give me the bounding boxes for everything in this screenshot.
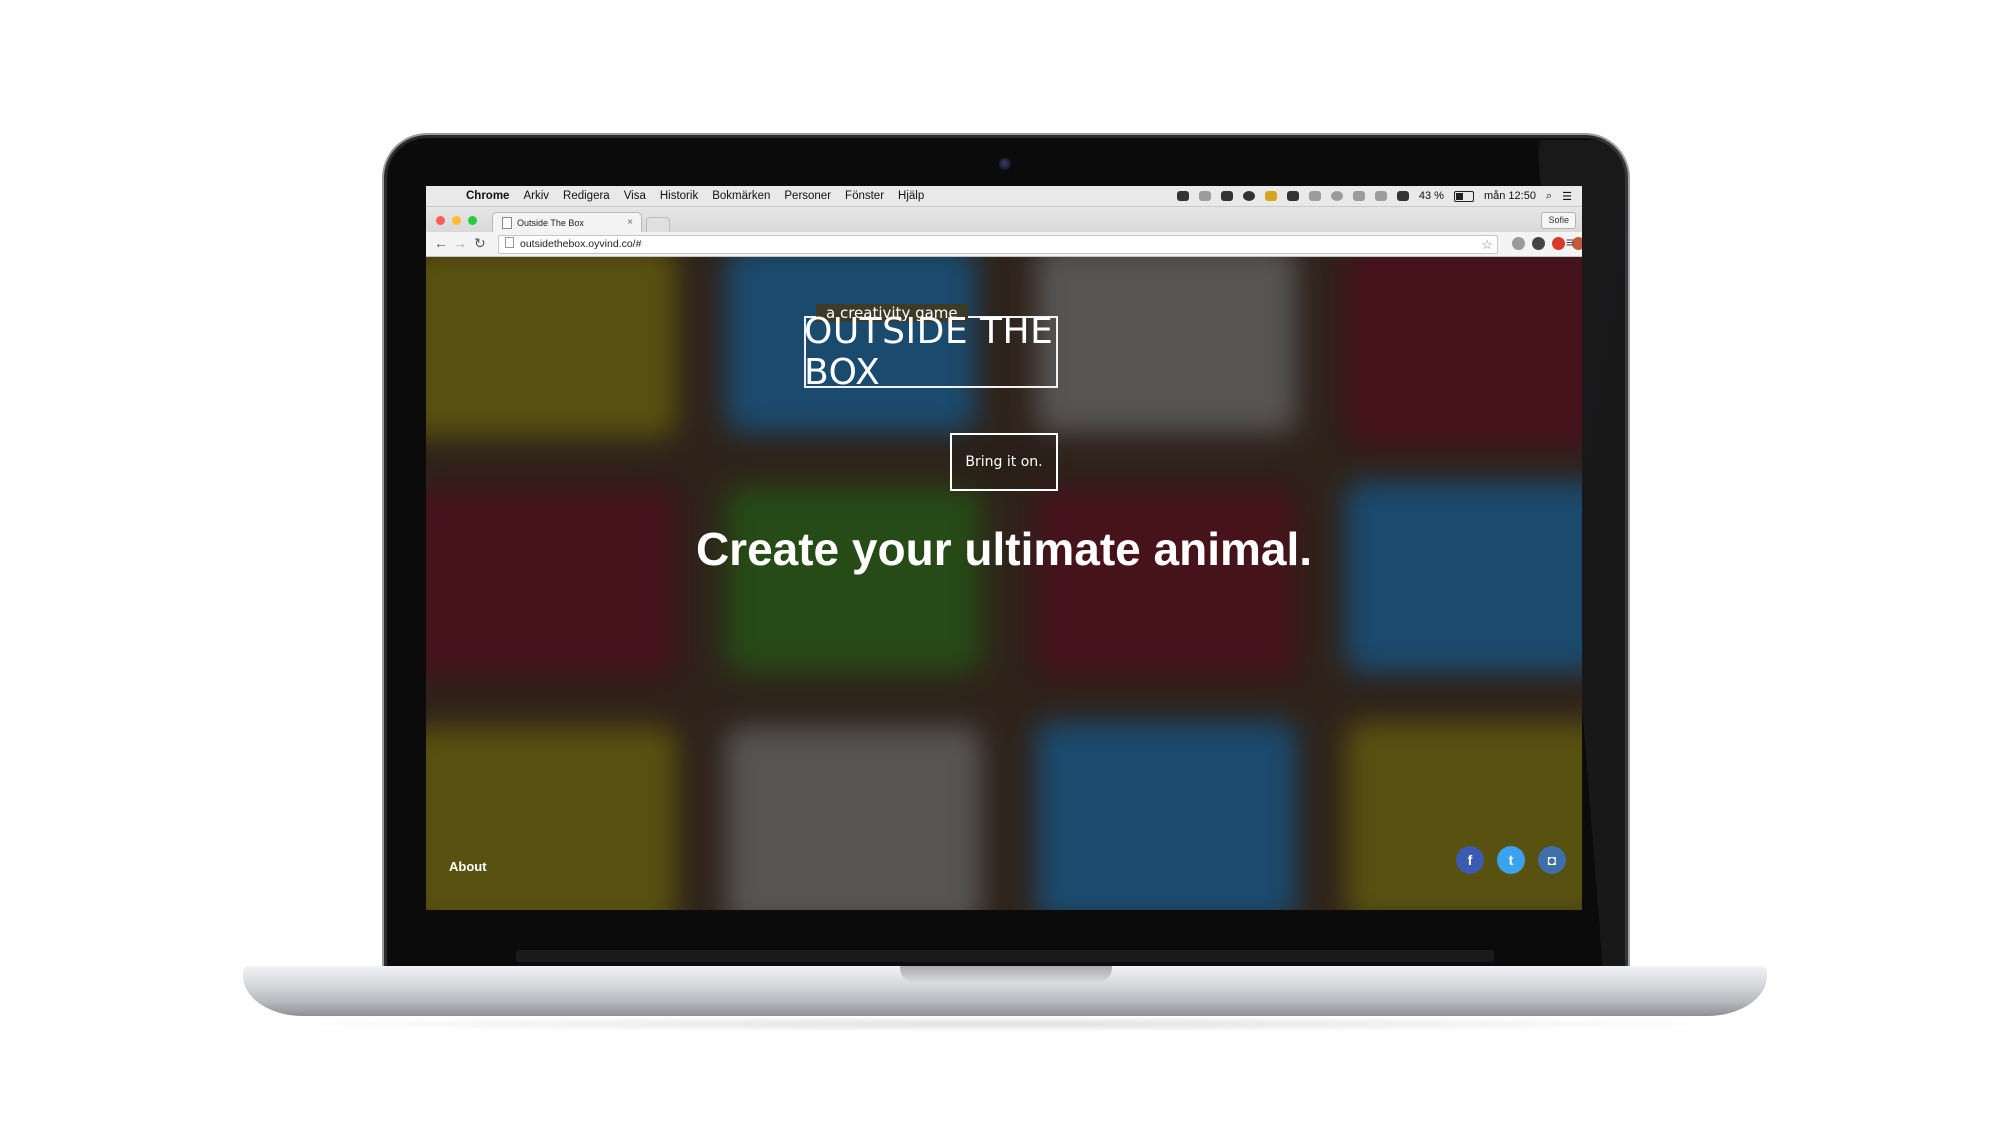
browser-toolbar: ← → ↻ outsidethebox.oyvind.co/# ☆ ≡ <box>426 232 1582 257</box>
battery-icon[interactable] <box>1453 190 1474 202</box>
cloud-icon[interactable] <box>1220 191 1233 201</box>
new-tab-button[interactable] <box>646 217 670 232</box>
page-icon <box>502 217 512 229</box>
headline: Create your ultimate animal. <box>695 523 1313 575</box>
menu-fonster[interactable]: Fönster <box>845 190 884 202</box>
menu-arkiv[interactable]: Arkiv <box>523 190 549 202</box>
extension-icon-opera[interactable] <box>1552 237 1565 250</box>
menu-redigera[interactable]: Redigera <box>563 190 610 202</box>
creative-cloud-icon[interactable] <box>1242 191 1255 201</box>
message-icon[interactable] <box>1264 191 1277 201</box>
back-icon[interactable]: ← <box>434 235 448 251</box>
tab-outside-the-box[interactable]: Outside The Box × <box>492 212 642 233</box>
tab-title: Outside The Box <box>517 218 584 228</box>
notification-center-icon[interactable]: ☰ <box>1562 190 1572 203</box>
facebook-icon[interactable]: f <box>1456 846 1484 874</box>
close-window-button[interactable] <box>436 216 445 225</box>
spotlight-icon[interactable]: ⌕ <box>1546 190 1552 203</box>
page-info-icon[interactable] <box>505 237 514 248</box>
instagram-icon[interactable]: ◘ <box>1538 846 1566 874</box>
menu-extras: 43 % mån 12:50 ⌕ ☰ <box>1176 186 1572 206</box>
about-link[interactable]: About <box>449 859 487 874</box>
forward-icon[interactable]: → <box>453 235 467 251</box>
menu-bokmarken[interactable]: Bokmärken <box>712 190 770 202</box>
drive-icon[interactable] <box>1286 191 1299 201</box>
menu-personer[interactable]: Personer <box>784 190 831 202</box>
reload-icon[interactable]: ↻ <box>474 235 486 251</box>
clock[interactable]: mån 12:50 <box>1484 190 1536 202</box>
status-app-icon[interactable] <box>1176 191 1189 201</box>
settings-gear-icon[interactable] <box>1532 237 1545 250</box>
minimize-window-button[interactable] <box>452 216 461 225</box>
bring-it-on-button[interactable]: Bring it on. <box>950 433 1058 491</box>
address-bar[interactable]: outsidethebox.oyvind.co/# ☆ <box>498 235 1498 254</box>
volume-icon[interactable] <box>1396 191 1409 201</box>
url-text: outsidethebox.oyvind.co/# <box>520 238 642 250</box>
menu-hjalp[interactable]: Hjälp <box>898 190 924 202</box>
menu-visa[interactable]: Visa <box>624 190 646 202</box>
base-shadow <box>260 1016 1750 1032</box>
lid-glare <box>1537 140 2000 972</box>
battery-percent: 43 % <box>1418 190 1444 202</box>
tab-close-icon[interactable]: × <box>627 217 633 228</box>
bezel-bottom <box>516 950 1494 962</box>
base-thumb-notch <box>900 966 1112 982</box>
bookmark-star-icon[interactable]: ☆ <box>1481 236 1493 253</box>
wifi-icon[interactable] <box>1374 191 1387 201</box>
tab-strip: Outside The Box × Sofie <box>426 207 1582 233</box>
bell-icon[interactable] <box>1198 191 1211 201</box>
webcam <box>999 158 1011 170</box>
extension-icon-1[interactable] <box>1512 237 1525 250</box>
menu-historik[interactable]: Historik <box>660 190 698 202</box>
logo-title: OUTSIDE THE BOX <box>804 311 1054 393</box>
mac-menu-bar: Chrome Arkiv Redigera Visa Historik Bokm… <box>426 186 1582 207</box>
time-machine-icon[interactable] <box>1330 191 1343 201</box>
screen: Chrome Arkiv Redigera Visa Historik Bokm… <box>426 186 1582 910</box>
zoom-window-button[interactable] <box>468 216 477 225</box>
bluetooth-icon[interactable] <box>1352 191 1365 201</box>
display-icon[interactable] <box>1308 191 1321 201</box>
profile-button[interactable]: Sofie <box>1541 212 1576 229</box>
menu-app-name[interactable]: Chrome <box>466 190 509 202</box>
web-page: a creativity game OUTSIDE THE BOX Bring … <box>426 257 1582 910</box>
twitter-icon[interactable]: t <box>1497 846 1525 874</box>
chrome-menu-icon[interactable]: ≡ <box>1566 234 1574 250</box>
